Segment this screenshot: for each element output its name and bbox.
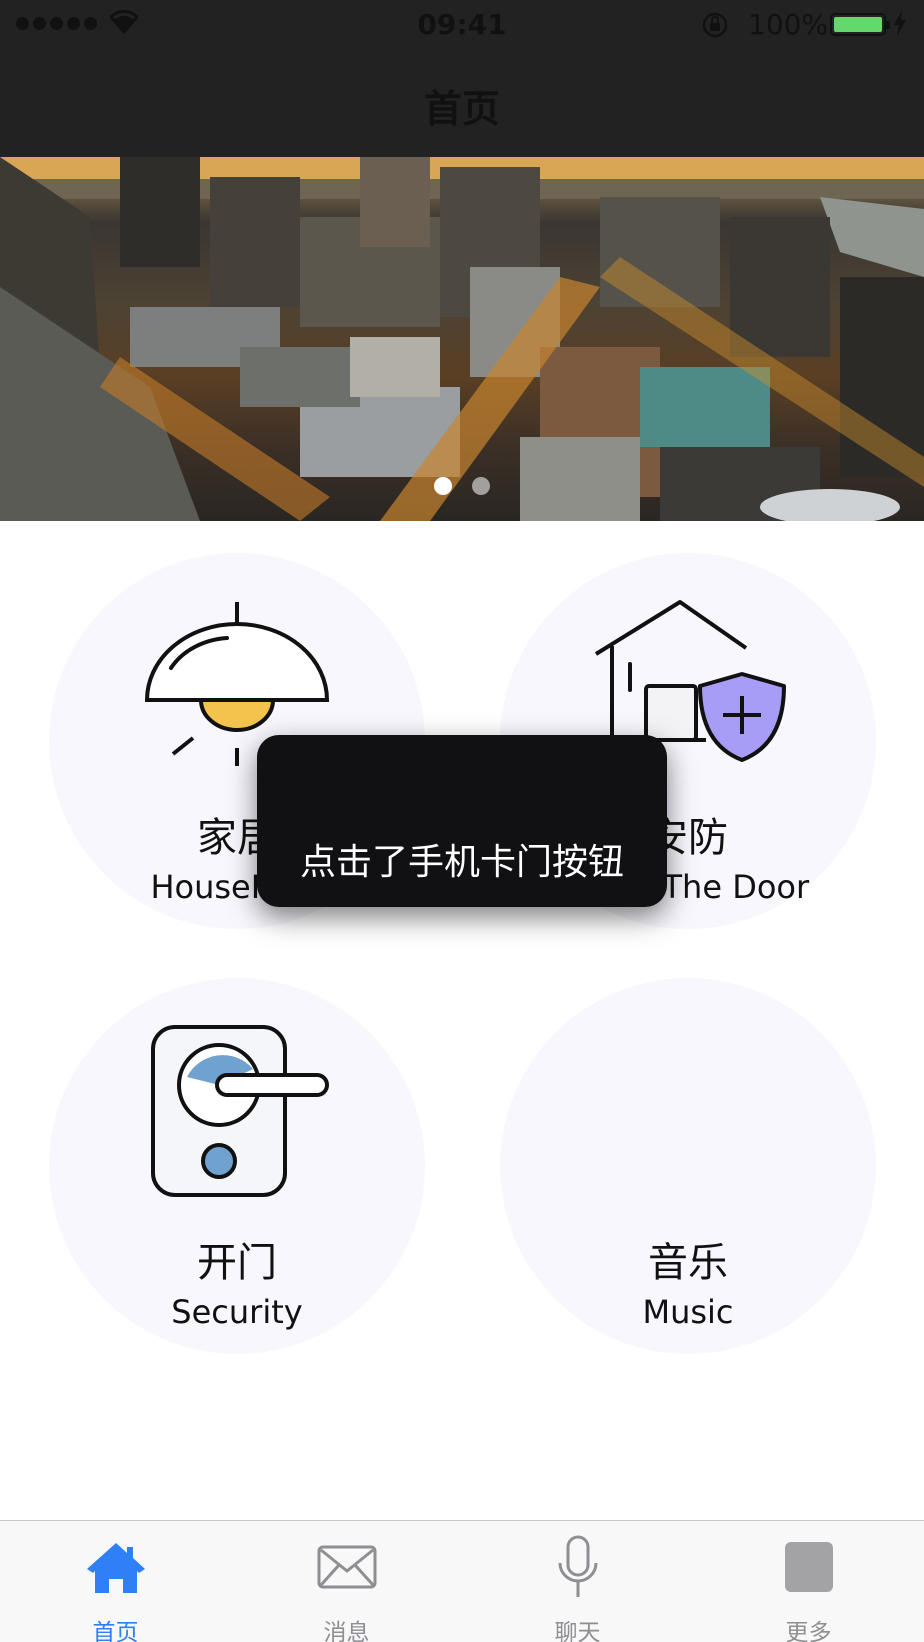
battery-icon — [830, 13, 890, 36]
microphone-icon — [558, 1535, 597, 1597]
open-door-tile[interactable]: 开门 Security — [49, 978, 425, 1354]
rotation-lock-icon — [702, 12, 728, 38]
tab-more[interactable]: 更多 — [693, 1521, 924, 1642]
tile-title-zh: 开门 — [197, 1240, 277, 1286]
status-bar: 09:41 100% — [0, 0, 924, 50]
home-screen: 09:41 100% 首页 家居 HouseHold 安防 Open The D… — [0, 0, 924, 1642]
page-title: 首页 — [423, 87, 500, 131]
tab-bar: 首页 消息 聊天 更多 — [0, 1520, 924, 1642]
page-dot-2[interactable] — [472, 477, 490, 495]
tab-home[interactable]: 首页 — [0, 1521, 231, 1642]
page-dot-1[interactable] — [434, 477, 452, 495]
tab-label: 首页 — [92, 1620, 139, 1642]
banner-carousel[interactable] — [0, 157, 924, 521]
tab-label: 更多 — [785, 1620, 832, 1642]
toast-message: 点击了手机卡门按钮 — [299, 842, 624, 883]
tab-messages[interactable]: 消息 — [231, 1521, 462, 1642]
tile-title-en: Security — [171, 1293, 303, 1331]
charging-bolt-icon — [894, 10, 906, 36]
battery-percentage: 100% — [748, 8, 829, 41]
tile-title-zh: 音乐 — [648, 1240, 728, 1286]
tile-title-en: Music — [642, 1293, 734, 1331]
home-icon — [86, 1543, 145, 1593]
door-handle-icon — [151, 1025, 329, 1197]
city-skyline-image — [0, 157, 924, 521]
square-icon — [784, 1542, 833, 1592]
navigation-bar: 09:41 100% 首页 — [0, 0, 924, 157]
toast-popup: 点击了手机卡门按钮 — [257, 735, 667, 907]
tab-label: 消息 — [323, 1620, 370, 1642]
music-tile[interactable]: 音乐 Music — [500, 978, 876, 1354]
carousel-page-indicator[interactable] — [0, 477, 924, 495]
tab-chat[interactable]: 聊天 — [462, 1521, 693, 1642]
envelope-icon — [317, 1545, 376, 1589]
tab-label: 聊天 — [554, 1620, 601, 1642]
